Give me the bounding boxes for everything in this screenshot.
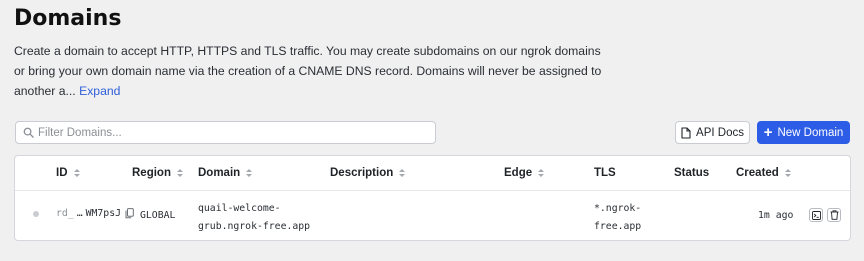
tls-line1: *.ngrok-: [594, 203, 642, 214]
column-header-tls: TLS: [594, 167, 616, 179]
column-header-description-label: Description: [330, 167, 394, 179]
sort-icon: [538, 169, 545, 177]
delete-button[interactable]: [827, 208, 841, 222]
created-cell: 1m ago: [758, 210, 794, 221]
column-header-id-label: ID: [56, 167, 68, 179]
tls-cell: *.ngrok- free.app: [594, 200, 641, 236]
sort-icon: [176, 169, 183, 177]
domain-name-line1: quail-welcome-: [198, 203, 281, 214]
plus-icon: +: [763, 124, 773, 141]
column-header-created[interactable]: Created: [736, 167, 791, 179]
page-title: Domains: [14, 6, 122, 31]
trash-icon: [830, 210, 838, 220]
header-divider: [15, 190, 850, 191]
domain-name-line2: grub.ngrok-free.app: [198, 221, 311, 232]
domain-cell[interactable]: quail-welcome- grub.ngrok-free.app: [198, 200, 310, 236]
filter-domains-field[interactable]: [15, 121, 436, 144]
domain-id-prefix: rd_: [56, 208, 74, 219]
terminal-icon: [811, 210, 821, 220]
column-header-domain[interactable]: Domain: [198, 167, 253, 179]
copy-icon[interactable]: [125, 208, 134, 219]
sort-icon: [73, 169, 80, 177]
column-header-status-label: Status: [674, 167, 710, 179]
column-header-domain-label: Domain: [198, 167, 241, 179]
domain-id-suffix: WM7psJ: [85, 208, 121, 219]
column-header-tls-label: TLS: [594, 167, 616, 179]
column-header-description[interactable]: Description: [330, 167, 406, 179]
tls-line2: free.app: [594, 221, 642, 232]
search-icon: [23, 127, 34, 138]
api-docs-label: API Docs: [696, 126, 744, 139]
document-icon: [681, 126, 691, 139]
column-header-region[interactable]: Region: [132, 167, 183, 179]
filter-domains-input[interactable]: [38, 126, 418, 139]
domain-id-ellipsis: …: [76, 208, 83, 219]
terminal-button[interactable]: [809, 208, 823, 222]
sort-icon: [246, 169, 253, 177]
column-header-edge-label: Edge: [504, 167, 533, 179]
new-domain-label: New Domain: [777, 126, 844, 139]
page-description: Create a domain to accept HTTP, HTTPS an…: [14, 41, 614, 101]
column-header-region-label: Region: [132, 167, 171, 179]
expand-link[interactable]: Expand: [79, 84, 120, 98]
domains-table: ID Region Domain Description Edge TLS St…: [14, 155, 851, 241]
column-header-edge[interactable]: Edge: [504, 167, 545, 179]
api-docs-button[interactable]: API Docs: [675, 121, 750, 144]
sort-icon: [399, 169, 406, 177]
region-cell: GLOBAL: [140, 210, 176, 221]
sort-icon: [784, 169, 791, 177]
new-domain-button[interactable]: + New Domain: [757, 121, 850, 144]
column-header-status: Status: [674, 167, 709, 179]
domain-id-cell: rd_… WM7psJ: [56, 208, 134, 219]
column-header-id[interactable]: ID: [56, 167, 80, 179]
status-indicator-dot: [33, 211, 39, 217]
column-header-created-label: Created: [736, 167, 779, 179]
